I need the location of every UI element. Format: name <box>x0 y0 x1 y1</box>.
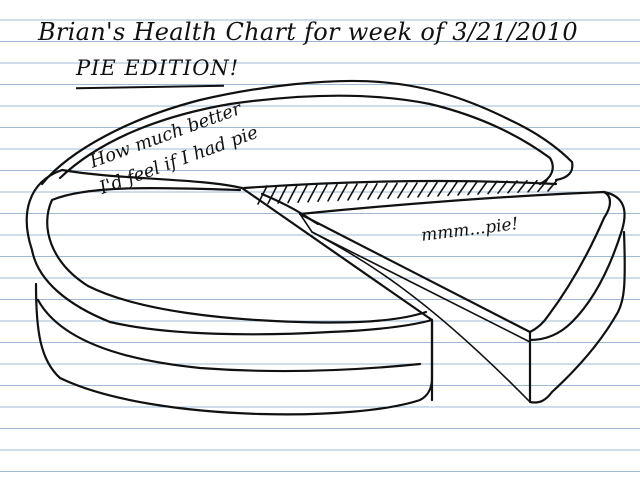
hatch-stroke <box>357 183 368 201</box>
hatch-stroke <box>477 180 488 195</box>
hatch-stroke <box>377 182 388 200</box>
hatch-stroke <box>497 180 508 194</box>
hatch-stroke <box>277 184 288 204</box>
hatch-stroke <box>447 181 458 197</box>
pie-cut-top-edge <box>242 179 558 190</box>
hatch-stroke <box>327 183 338 202</box>
hatch-stroke <box>407 182 418 199</box>
hatch-stroke <box>317 184 328 203</box>
hatch-stroke <box>547 179 558 192</box>
slice-crust-edge <box>528 190 626 342</box>
hatch-stroke <box>347 183 358 201</box>
page-title: Brian's Health Chart for week of 3/21/20… <box>38 18 578 46</box>
hatch-stroke <box>417 182 428 198</box>
notebook-page: Brian's Health Chart for week of 3/21/20… <box>0 0 640 480</box>
pie-body <box>25 79 574 416</box>
hatch-stroke <box>397 182 408 199</box>
slice-bottom-edge <box>311 231 531 403</box>
hatch-stroke <box>307 184 318 203</box>
hatch-stroke <box>287 184 298 204</box>
hatch-stroke <box>337 183 348 202</box>
hatch-stroke <box>437 181 448 197</box>
slice-top <box>298 190 612 334</box>
hatch-stroke <box>427 181 438 198</box>
hatch-stroke <box>487 180 498 195</box>
edition-subtitle: PIE EDITION! <box>76 56 240 80</box>
hatch-stroke <box>297 184 308 203</box>
pie-cut-face <box>240 186 434 402</box>
hatch-stroke <box>457 181 468 196</box>
pie-side-bottom <box>36 298 422 373</box>
hatch-stroke <box>367 183 378 200</box>
hatch-stroke <box>467 181 478 196</box>
pie-side-wall <box>34 282 434 416</box>
hatch-stroke <box>387 182 398 199</box>
